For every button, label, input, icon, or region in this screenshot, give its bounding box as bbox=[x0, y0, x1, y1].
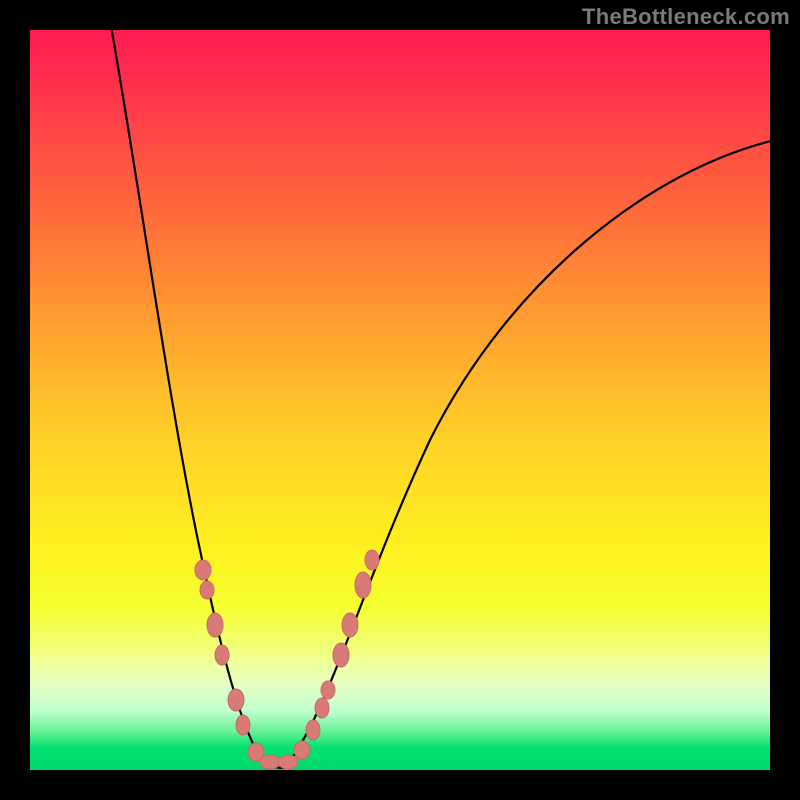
right-curve bbox=[285, 140, 770, 768]
plot-gradient-area bbox=[30, 30, 770, 770]
data-points bbox=[195, 550, 379, 769]
watermark-text: TheBottleneck.com bbox=[582, 4, 790, 30]
left-curve bbox=[110, 30, 265, 765]
curves-svg bbox=[30, 30, 770, 770]
chart-container: TheBottleneck.com bbox=[0, 0, 800, 800]
